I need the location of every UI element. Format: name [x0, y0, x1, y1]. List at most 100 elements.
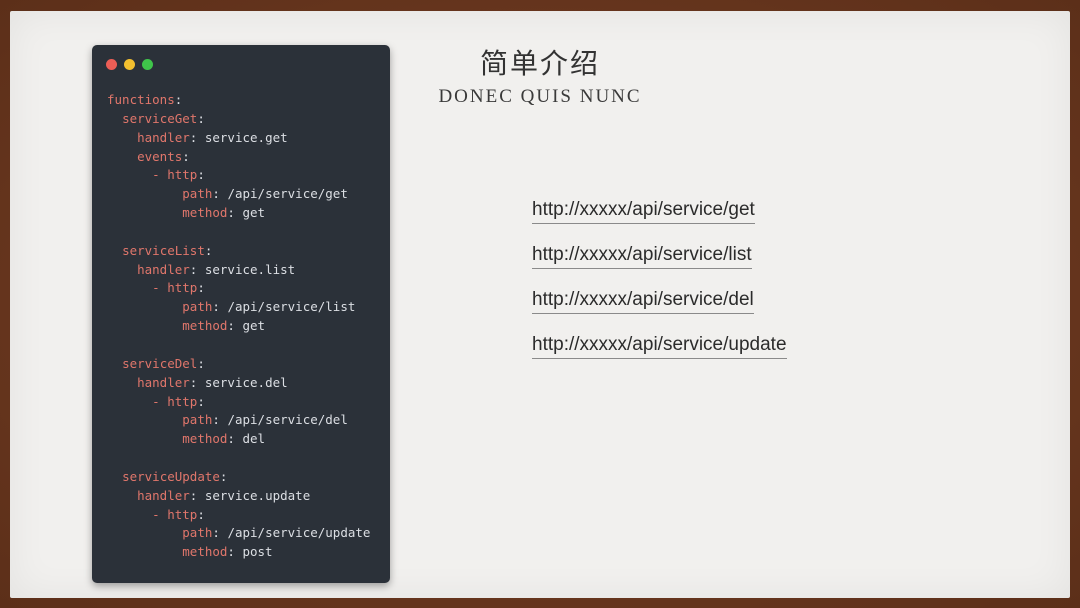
code-value: /api/service/update — [227, 525, 371, 541]
code-value: post — [242, 544, 273, 560]
code-value: /api/service/list — [227, 299, 356, 315]
code-key: method — [182, 205, 228, 221]
code-value: /api/service/get — [227, 186, 348, 202]
code-separator: : — [197, 167, 205, 183]
code-separator: : — [212, 299, 228, 315]
link-service-del[interactable]: http://xxxxx/api/service/del — [532, 289, 754, 314]
code-separator: : — [227, 431, 243, 447]
code-key: handler — [137, 374, 190, 390]
code-separator: : — [197, 280, 205, 296]
code-line: handler: service.del — [107, 374, 370, 393]
code-key: path — [182, 525, 213, 541]
code-key: method — [182, 318, 228, 334]
code-separator: : — [212, 525, 228, 541]
link-service-get[interactable]: http://xxxxx/api/service/get — [532, 199, 755, 224]
window-controls — [106, 59, 153, 70]
code-line: method: get — [107, 204, 370, 223]
code-key: - http — [152, 393, 198, 409]
code-key: functions — [107, 92, 175, 107]
code-line: handler: service.get — [107, 129, 370, 148]
code-separator: : — [197, 506, 205, 522]
code-separator: : — [212, 412, 228, 428]
code-line: functions: — [107, 91, 370, 110]
code-separator: : — [182, 148, 190, 164]
code-key: events — [137, 148, 183, 164]
link-service-update[interactable]: http://xxxxx/api/service/update — [532, 334, 787, 359]
code-separator: : — [189, 261, 205, 277]
close-dot-icon — [106, 59, 117, 70]
code-value: get — [242, 205, 266, 221]
code-key: - http — [152, 167, 198, 183]
code-value: service.update — [204, 487, 311, 503]
slide-title: 简单介绍 — [479, 47, 600, 80]
code-key: - http — [152, 506, 198, 522]
code-separator: : — [197, 110, 205, 126]
link-list: http://xxxxx/api/service/get http://xxxx… — [532, 199, 787, 379]
code-line: - http: — [107, 393, 370, 412]
code-line: method: del — [107, 430, 370, 449]
code-window: functions: serviceGet: handler: service.… — [92, 45, 390, 583]
code-line: events: — [107, 148, 370, 167]
code-separator: : — [197, 355, 205, 371]
code-line: path: /api/service/get — [107, 185, 370, 204]
code-key: method — [182, 431, 228, 447]
code-line: - http: — [107, 506, 370, 525]
code-line: - http: — [107, 279, 370, 298]
code-separator: : — [174, 92, 183, 107]
code-key: - http — [152, 280, 198, 296]
code-key: serviceDel — [122, 355, 198, 371]
code-line: path: /api/service/list — [107, 298, 370, 317]
code-line: method: post — [107, 543, 370, 562]
link-service-list[interactable]: http://xxxxx/api/service/list — [532, 244, 752, 269]
code-line: - http: — [107, 166, 370, 185]
code-value: service.get — [204, 129, 288, 145]
code-line: method: get — [107, 317, 370, 336]
code-line: serviceList: — [107, 242, 370, 261]
code-line: path: /api/service/update — [107, 524, 370, 543]
code-line: serviceDel: — [107, 355, 370, 374]
code-separator: : — [219, 468, 228, 484]
code-separator: : — [212, 186, 228, 202]
code-key: path — [182, 186, 213, 202]
code-key: method — [182, 544, 228, 560]
code-value: del — [242, 431, 266, 447]
code-value: service.del — [204, 374, 288, 390]
yaml-code-block: functions: serviceGet: handler: service.… — [107, 91, 370, 562]
code-key: handler — [137, 261, 190, 277]
code-separator: : — [189, 487, 205, 503]
code-separator: : — [227, 205, 243, 221]
code-key: path — [182, 299, 213, 315]
slide-subtitle: DONEC QUIS NUNC — [438, 86, 642, 107]
code-key: serviceUpdate — [122, 468, 220, 484]
code-separator: : — [197, 393, 205, 409]
code-separator: : — [227, 544, 243, 560]
code-line: handler: service.update — [107, 487, 370, 506]
code-line: serviceUpdate: — [107, 468, 370, 487]
code-value: /api/service/del — [227, 412, 348, 428]
code-separator: : — [227, 318, 243, 334]
code-key: handler — [137, 487, 190, 503]
